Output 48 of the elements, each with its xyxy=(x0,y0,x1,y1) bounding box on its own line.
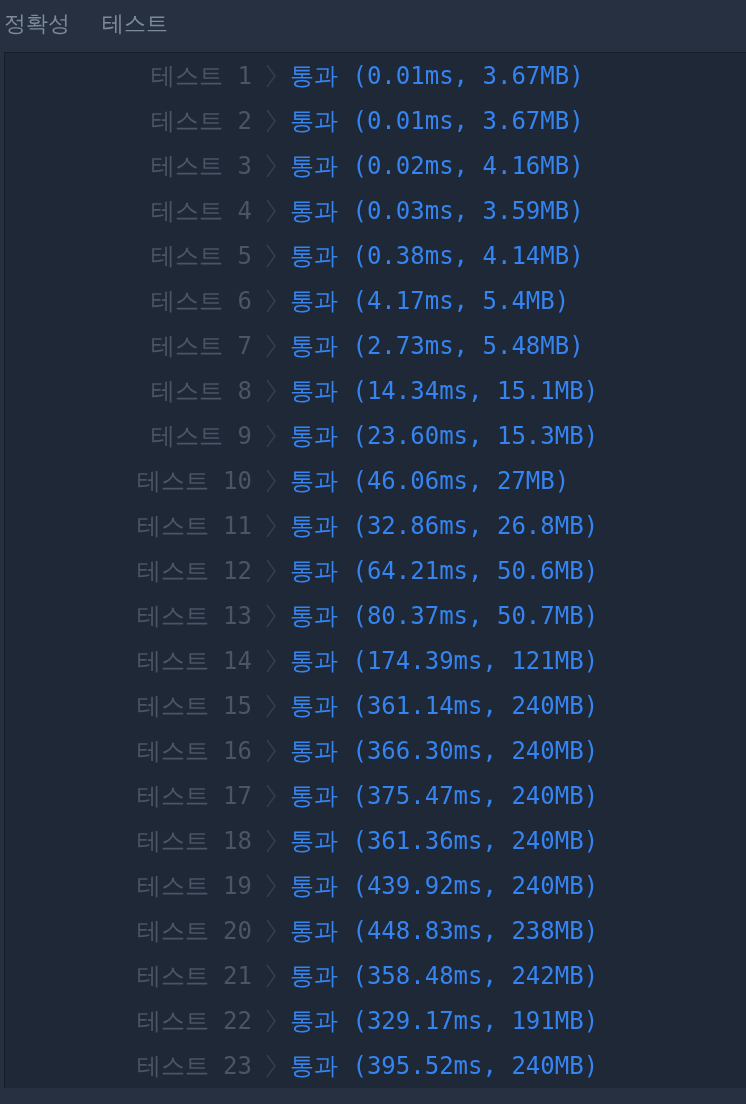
result-text: 통과 (0.01ms, 3.67MB) xyxy=(290,60,584,92)
chevron-right-icon xyxy=(266,558,276,583)
chevron-right-icon xyxy=(266,333,276,358)
result-text: 통과 (32.86ms, 26.8MB) xyxy=(290,510,599,542)
result-text: 통과 (361.14ms, 240MB) xyxy=(290,690,599,722)
result-text: 통과 (0.01ms, 3.67MB) xyxy=(290,105,584,137)
chevron-right-icon xyxy=(266,963,276,988)
chevron-right-icon xyxy=(266,1053,276,1078)
chevron-right-icon xyxy=(266,198,276,223)
result-text: 통과 (80.37ms, 50.7MB) xyxy=(290,600,599,632)
chevron-right-icon xyxy=(266,783,276,808)
chevron-right-icon xyxy=(266,738,276,763)
result-text: 통과 (439.92ms, 240MB) xyxy=(290,870,599,902)
chevron-right-icon xyxy=(266,603,276,628)
chevron-right-icon xyxy=(266,153,276,178)
result-text: 통과 (395.52ms, 240MB) xyxy=(290,1050,599,1082)
chevron-right-icon xyxy=(266,873,276,898)
chevron-right-icon xyxy=(266,513,276,538)
result-text: 통과 (0.02ms, 4.16MB) xyxy=(290,150,584,182)
chevron-right-icon xyxy=(266,828,276,853)
result-text: 통과 (46.06ms, 27MB) xyxy=(290,465,570,497)
chevron-right-icon xyxy=(266,918,276,943)
tab-label[interactable]: 테스트 xyxy=(102,9,168,39)
tab-label[interactable]: 정확성 xyxy=(4,9,70,39)
result-text: 통과 (0.03ms, 3.59MB) xyxy=(290,195,584,227)
result-text: 통과 (358.48ms, 242MB) xyxy=(290,960,599,992)
chevron-right-icon xyxy=(266,1008,276,1033)
chevron-right-icon xyxy=(266,288,276,313)
chevron-right-icon xyxy=(266,693,276,718)
result-text: 통과 (4.17ms, 5.4MB) xyxy=(290,285,570,317)
result-text: 통과 (174.39ms, 121MB) xyxy=(290,645,599,677)
result-text: 통과 (375.47ms, 240MB) xyxy=(290,780,599,812)
result-text: 통과 (329.17ms, 191MB) xyxy=(290,1005,599,1037)
result-text: 통과 (2.73ms, 5.48MB) xyxy=(290,330,584,362)
result-text: 통과 (0.38ms, 4.14MB) xyxy=(290,240,584,272)
result-text: 통과 (64.21ms, 50.6MB) xyxy=(290,555,599,587)
result-text: 통과 (23.60ms, 15.3MB) xyxy=(290,420,599,452)
result-text: 통과 (366.30ms, 240MB) xyxy=(290,735,599,767)
result-text: 통과 (361.36ms, 240MB) xyxy=(290,825,599,857)
chevron-right-icon xyxy=(266,468,276,493)
chevron-right-icon xyxy=(266,378,276,403)
chevron-right-icon xyxy=(266,648,276,673)
chevron-right-icon xyxy=(266,423,276,448)
chevron-right-icon xyxy=(266,63,276,88)
chevron-right-icon xyxy=(266,243,276,268)
chevron-right-icon xyxy=(266,108,276,133)
result-text: 통과 (448.83ms, 238MB) xyxy=(290,915,599,947)
result-text: 통과 (14.34ms, 15.1MB) xyxy=(290,375,599,407)
